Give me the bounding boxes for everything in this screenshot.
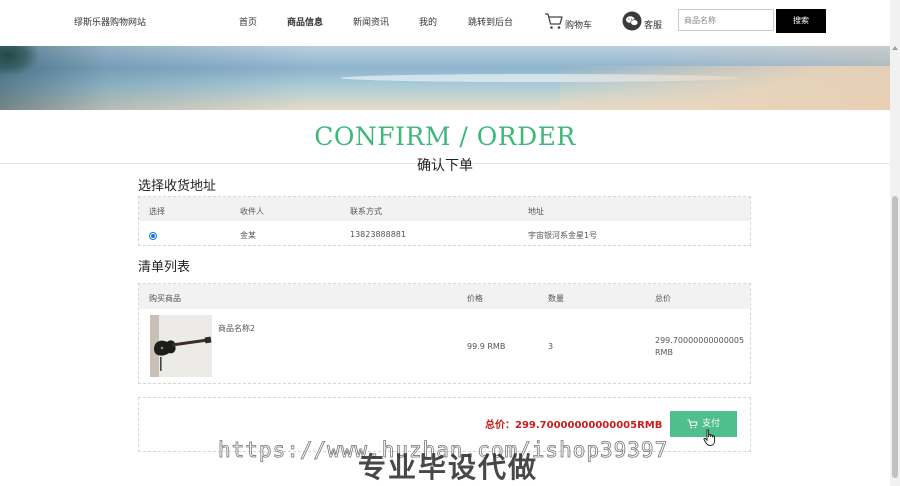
search-button[interactable]: 搜索 bbox=[776, 9, 826, 33]
watermark-text: 专业毕设代做 bbox=[358, 451, 539, 484]
search-input[interactable] bbox=[678, 9, 774, 31]
nav-products[interactable]: 商品信息 bbox=[287, 15, 323, 28]
cart-icon bbox=[545, 13, 563, 29]
top-header: 缪斯乐器购物网站 首页 商品信息 新闻资讯 我的 跳转到后台 购物车 客服 搜索 bbox=[0, 0, 890, 46]
address-table-header bbox=[139, 197, 750, 221]
product-total-unit: RMB bbox=[655, 348, 673, 357]
cart-label: 购物车 bbox=[565, 21, 593, 31]
col-quantity: 数量 bbox=[548, 294, 564, 303]
col-phone: 联系方式 bbox=[350, 207, 382, 216]
product-name[interactable]: 商品名称2 bbox=[218, 323, 255, 334]
address-recipient: 金某 bbox=[240, 231, 256, 240]
product-price: 99.9 RMB bbox=[467, 342, 506, 351]
beach-banner bbox=[0, 46, 890, 110]
service-label: 客服 bbox=[644, 21, 663, 31]
customer-service-link[interactable]: 客服 bbox=[622, 11, 662, 35]
product-quantity: 3 bbox=[548, 342, 554, 351]
banner-shade bbox=[0, 46, 890, 110]
scroll-up-icon[interactable] bbox=[892, 46, 898, 50]
product-image[interactable] bbox=[150, 315, 212, 377]
address-phone: 13823888881 bbox=[350, 230, 406, 239]
order-total: 总价：299.70000000000005RMB bbox=[485, 420, 663, 431]
col-select: 选择 bbox=[149, 207, 165, 216]
page-subtitle: 确认下单 bbox=[417, 158, 473, 174]
wechat-icon bbox=[622, 11, 642, 31]
nav-admin[interactable]: 跳转到后台 bbox=[468, 15, 513, 28]
address-table: 选择 收件人 联系方式 地址 金某 13823888881 宇宙银河系金星1号 bbox=[138, 196, 751, 246]
guitar-image bbox=[150, 315, 212, 377]
scroll-thumb[interactable] bbox=[892, 196, 898, 478]
cart-link[interactable]: 购物车 bbox=[544, 12, 592, 32]
pay-button-label: 支付 bbox=[701, 419, 720, 429]
nav-news[interactable]: 新闻资讯 bbox=[353, 15, 389, 28]
address-radio[interactable] bbox=[149, 232, 157, 240]
nav-my[interactable]: 我的 bbox=[419, 15, 437, 28]
col-address: 地址 bbox=[528, 207, 544, 216]
vertical-scrollbar[interactable] bbox=[890, 0, 900, 486]
cart-icon bbox=[687, 419, 698, 428]
col-recipient: 收件人 bbox=[240, 207, 264, 216]
site-title[interactable]: 缪斯乐器购物网站 bbox=[74, 15, 146, 28]
page-title: CONFIRM / ORDER bbox=[314, 122, 576, 151]
hand-cursor-icon bbox=[703, 429, 715, 446]
nav-home[interactable]: 首页 bbox=[239, 15, 257, 28]
col-price: 价格 bbox=[467, 294, 483, 303]
product-total-value: 299.70000000000005 bbox=[655, 336, 745, 345]
items-heading: 清单列表 bbox=[138, 260, 191, 275]
items-table: 购买商品 价格 数量 总价 商品名称2 99.9 RMB 3 299.70000… bbox=[138, 283, 751, 384]
address-text: 宇宙银河系金星1号 bbox=[528, 231, 598, 240]
address-heading: 选择收货地址 bbox=[138, 179, 217, 194]
col-product: 购买商品 bbox=[149, 294, 181, 303]
col-total: 总价 bbox=[655, 294, 671, 303]
